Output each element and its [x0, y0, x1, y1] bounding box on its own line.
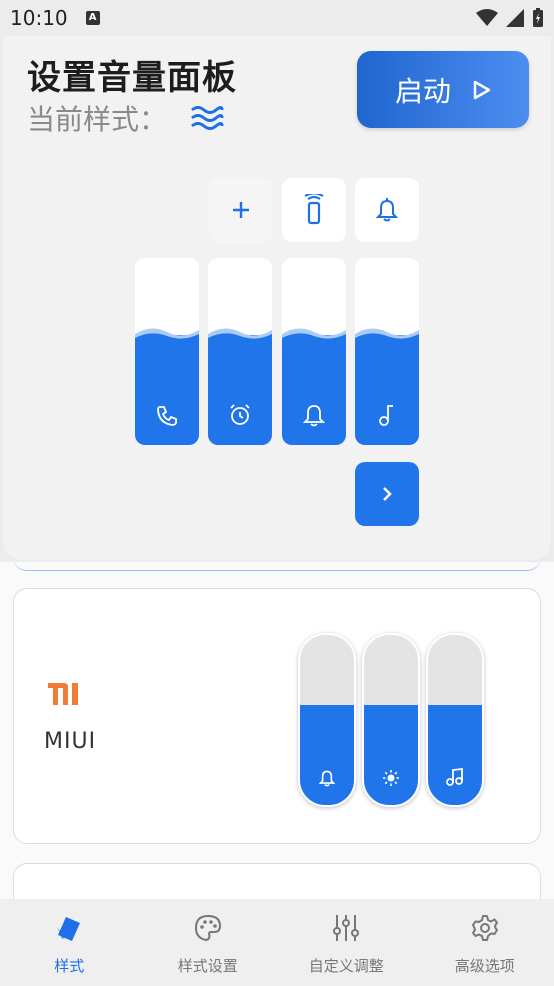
slider-fill — [135, 335, 199, 445]
phone-vibrate-icon — [304, 194, 324, 225]
current-style-label: 当前样式： — [27, 103, 168, 136]
current-style-row: 当前样式： — [27, 98, 225, 138]
music-note-icon — [379, 405, 393, 426]
wave-style-icon — [191, 106, 224, 130]
battery-icon — [533, 8, 543, 27]
miui-ring-slider — [298, 633, 356, 807]
nav-label: 自定义调整 — [308, 957, 384, 975]
nav-label: 样式 — [54, 957, 85, 975]
add-icon — [233, 202, 249, 218]
slider-fill — [355, 335, 419, 445]
style-card-icon — [57, 917, 81, 941]
equalizer-icon — [333, 915, 360, 941]
slider-fill — [282, 335, 346, 445]
nav-style-settings[interactable]: 样式设置 — [139, 899, 278, 986]
selected-card-edge — [13, 520, 541, 571]
phone-icon — [157, 406, 177, 426]
nav-label: 样式设置 — [177, 957, 238, 975]
miui-brightness-slider — [362, 633, 420, 807]
nav-advanced-options[interactable]: 高级选项 — [416, 899, 554, 986]
wave-decoration — [135, 328, 199, 344]
wave-decoration — [282, 328, 346, 344]
signal-icon — [506, 9, 524, 27]
style-card-miui[interactable]: MIUI — [13, 588, 541, 844]
add-button[interactable] — [209, 178, 273, 242]
media-volume-slider[interactable] — [355, 258, 419, 445]
bell-icon — [303, 405, 325, 427]
wave-decoration — [208, 328, 272, 344]
ring-volume-slider[interactable] — [282, 258, 346, 445]
palette-icon — [194, 914, 221, 942]
wifi-icon — [476, 9, 498, 26]
alarm-icon — [230, 404, 250, 425]
start-button-label: 启动 — [394, 74, 451, 108]
play-icon — [473, 80, 491, 99]
gear-icon — [471, 915, 498, 941]
chevron-right-icon — [383, 487, 392, 501]
wave-decoration — [355, 328, 419, 344]
vibrate-button[interactable] — [282, 178, 346, 242]
mi-logo — [48, 683, 78, 705]
bell-button[interactable] — [355, 178, 419, 242]
nav-label: 高级选项 — [454, 957, 515, 975]
bottom-navigation: 样式 样式设置 自定义调整 高级选项 — [0, 899, 554, 986]
a-box-icon: A — [85, 11, 100, 25]
page-title: 设置音量面板 — [27, 58, 237, 98]
start-button[interactable]: 启动 — [357, 51, 529, 128]
status-time: 10:10 — [10, 6, 68, 30]
bell-icon — [319, 770, 335, 787]
next-button[interactable] — [355, 462, 419, 526]
music-icon — [446, 767, 463, 786]
style-name: MIUI — [44, 729, 97, 754]
status-bar: 10:10 A — [0, 0, 554, 36]
volume-panel-preview: 设置音量面板 当前样式： 启动 — [3, 36, 551, 560]
bell-icon — [376, 198, 398, 222]
alarm-volume-slider[interactable] — [208, 258, 272, 445]
brightness-icon — [383, 770, 399, 786]
call-volume-slider[interactable] — [135, 258, 199, 445]
nav-custom-adjust[interactable]: 自定义调整 — [277, 899, 416, 986]
nav-style[interactable]: 样式 — [0, 899, 139, 986]
slider-fill — [208, 335, 272, 445]
miui-music-slider — [426, 633, 484, 807]
